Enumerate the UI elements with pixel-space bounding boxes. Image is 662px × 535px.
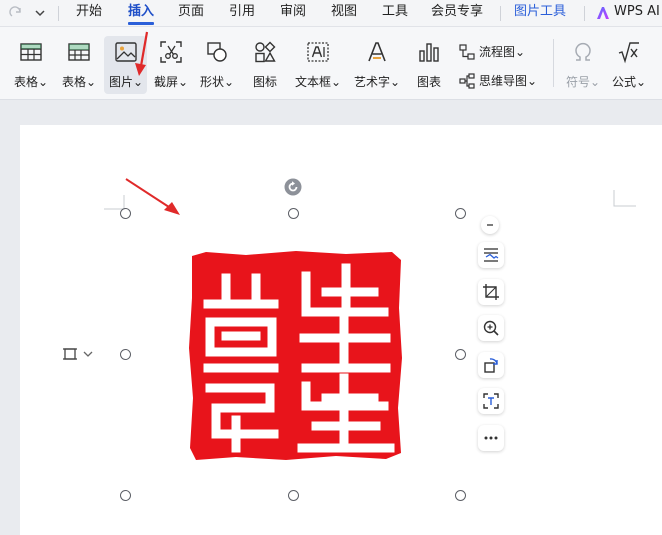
rotate-icon bbox=[484, 358, 498, 373]
chevron-down-icon: ⌄ bbox=[389, 75, 401, 89]
chevron-down-icon: ⌄ bbox=[37, 75, 49, 89]
menu-separator bbox=[500, 6, 501, 21]
flowchart-icon bbox=[459, 44, 475, 60]
chart-button[interactable]: 图表 bbox=[406, 27, 452, 99]
menu-view[interactable]: 视图 bbox=[331, 0, 357, 26]
menu-review[interactable]: 审阅 bbox=[280, 0, 306, 26]
picture-button-label: 图片 bbox=[108, 75, 133, 89]
chevron-down-icon: ⌄ bbox=[330, 75, 342, 89]
extract-text-button[interactable] bbox=[478, 388, 504, 414]
table-icon bbox=[20, 43, 42, 61]
wps-ai-logo-icon bbox=[597, 7, 609, 19]
menu-member[interactable]: 会员专享 bbox=[431, 0, 483, 26]
table-grid-button[interactable]: 表格⌄ bbox=[56, 27, 102, 99]
menu-picture-tools[interactable]: 图片工具 bbox=[514, 0, 566, 26]
zoom-icon bbox=[483, 320, 499, 336]
menu-page[interactable]: 页面 bbox=[178, 0, 204, 26]
ribbon-separator bbox=[553, 39, 554, 87]
minus-icon bbox=[487, 224, 493, 226]
crop-button[interactable] bbox=[478, 279, 504, 305]
icons-icon bbox=[255, 41, 276, 63]
chart-icon bbox=[419, 43, 439, 62]
annotation-arrow-to-picture-button bbox=[135, 31, 149, 76]
rotate-handle-icon[interactable] bbox=[284, 178, 302, 196]
chevron-down-icon: ⌄ bbox=[589, 75, 601, 89]
resize-handle-top-left[interactable] bbox=[120, 208, 131, 219]
resize-handle-top[interactable] bbox=[288, 208, 299, 219]
chevron-down-icon: ⌄ bbox=[515, 45, 526, 59]
resize-handle-left[interactable] bbox=[120, 349, 131, 360]
zoom-button[interactable] bbox=[478, 315, 504, 341]
menu-home[interactable]: 开始 bbox=[76, 0, 102, 26]
crop-icon bbox=[483, 284, 499, 300]
chevron-down-icon: ⌄ bbox=[177, 75, 189, 89]
textbox-button[interactable]: 文本框⌄ bbox=[290, 27, 346, 99]
rotate-button[interactable] bbox=[478, 352, 504, 378]
symbol-button[interactable]: 符号⌄ bbox=[560, 27, 606, 99]
wrap-text-button[interactable] bbox=[478, 242, 504, 268]
wordart-button-label: 艺术字 bbox=[353, 75, 390, 89]
mindmap-button[interactable]: 思维导图⌄ bbox=[459, 71, 551, 91]
resize-handle-bottom[interactable] bbox=[288, 490, 299, 501]
shapes-button[interactable]: 形状⌄ bbox=[194, 27, 240, 99]
layout-options-button[interactable] bbox=[58, 343, 98, 365]
chevron-down-icon[interactable] bbox=[34, 8, 46, 18]
formula-icon bbox=[618, 42, 639, 64]
collapse-toolbar-button[interactable] bbox=[481, 216, 499, 234]
formula-button-label: 公式 bbox=[611, 75, 636, 89]
chevron-down-icon: ⌄ bbox=[527, 74, 538, 88]
menu-tools[interactable]: 工具 bbox=[382, 0, 408, 26]
active-tab-indicator bbox=[128, 22, 154, 25]
chevron-down-icon: ⌄ bbox=[85, 75, 97, 89]
symbol-button-label: 符号 bbox=[565, 75, 590, 89]
chevron-down-icon bbox=[83, 351, 93, 357]
table-button[interactable]: 表格⌄ bbox=[8, 27, 54, 99]
chevron-down-icon: ⌄ bbox=[635, 75, 647, 89]
icons-button[interactable]: 图标 bbox=[242, 27, 288, 99]
wordart-icon bbox=[368, 42, 386, 62]
wrap-text-icon bbox=[484, 248, 499, 262]
menu-separator bbox=[584, 6, 585, 21]
menu-bar: 开始 插入 页面 引用 审阅 视图 工具 会员专享 图片工具 WPS AI bbox=[0, 0, 662, 27]
resize-handle-bottom-left[interactable] bbox=[120, 490, 131, 501]
screenshot-icon bbox=[160, 41, 182, 63]
textbox-button-label: 文本框 bbox=[294, 75, 331, 89]
menu-wps-ai[interactable]: WPS AI bbox=[614, 0, 660, 26]
resize-handle-top-right[interactable] bbox=[455, 208, 466, 219]
table-grid-icon bbox=[68, 43, 90, 61]
chevron-down-icon: ⌄ bbox=[223, 75, 235, 89]
menu-references[interactable]: 引用 bbox=[229, 0, 255, 26]
mindmap-label: 思维导图 bbox=[479, 74, 528, 88]
extract-text-icon bbox=[483, 393, 499, 409]
chart-button-label: 图表 bbox=[416, 75, 441, 89]
screenshot-button-label: 截屏 bbox=[153, 75, 178, 89]
table-grid-button-label: 表格 bbox=[61, 75, 86, 89]
table-button-label: 表格 bbox=[13, 75, 38, 89]
more-button[interactable] bbox=[478, 425, 504, 451]
shapes-button-label: 形状 bbox=[199, 75, 224, 89]
ribbon-toolbar: 表格⌄ 表格⌄ 图片⌄ 截屏⌄ 形状⌄ 图标 文本框⌄ 艺术字⌄ 图表 流程图⌄… bbox=[0, 27, 662, 100]
crop-mark-top-right bbox=[613, 190, 636, 207]
resize-handle-right[interactable] bbox=[455, 349, 466, 360]
layout-frame-icon bbox=[63, 348, 77, 360]
menu-separator bbox=[58, 6, 59, 21]
omega-symbol-icon bbox=[575, 42, 591, 61]
more-icon bbox=[484, 436, 498, 440]
textbox-icon bbox=[307, 42, 329, 62]
screenshot-button[interactable]: 截屏⌄ bbox=[148, 27, 194, 99]
flowchart-label: 流程图 bbox=[479, 45, 516, 59]
formula-button[interactable]: 公式⌄ bbox=[606, 27, 652, 99]
red-seal-image[interactable] bbox=[186, 248, 406, 462]
resize-handle-bottom-right[interactable] bbox=[455, 490, 466, 501]
wordart-button[interactable]: 艺术字⌄ bbox=[349, 27, 405, 99]
shapes-icon bbox=[207, 42, 227, 62]
flowchart-button[interactable]: 流程图⌄ bbox=[459, 42, 539, 62]
mindmap-icon bbox=[459, 73, 475, 89]
redo-icon[interactable] bbox=[9, 6, 23, 20]
icons-button-label: 图标 bbox=[252, 75, 277, 89]
